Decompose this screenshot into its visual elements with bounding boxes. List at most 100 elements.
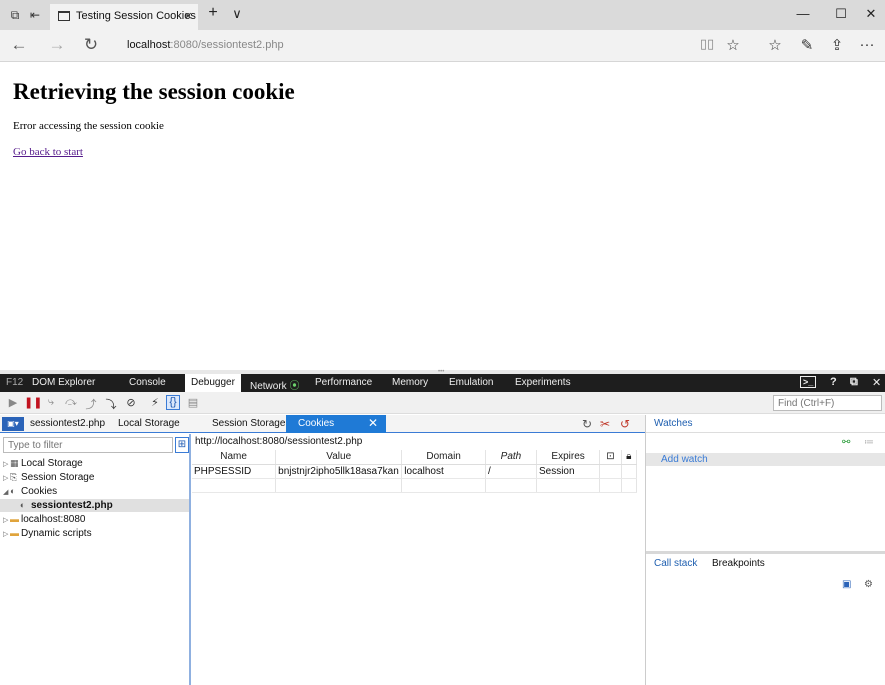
forward-button[interactable]: → [46, 35, 68, 55]
tree-item-session-storage[interactable]: ▷ ⎘ Session Storage [3, 471, 94, 484]
url-field[interactable]: localhost:8080/sessiontest2.php [127, 39, 284, 51]
minimize-button[interactable]: — [792, 6, 814, 21]
watches-header: Watches [646, 415, 885, 433]
cookie-secure-cell[interactable] [621, 464, 638, 479]
tab-dom-explorer[interactable]: DOM Explorer [32, 377, 95, 388]
column-header-http-only[interactable]: ⊡ [599, 450, 622, 465]
tab-call-stack[interactable]: Call stack [654, 558, 697, 569]
tab-emulation[interactable]: Emulation [449, 377, 493, 388]
tab-debugger[interactable]: Debugger [185, 374, 241, 392]
expand-arrow-icon[interactable]: ▷ [3, 458, 10, 471]
clear-cookies-icon[interactable]: ✂ [600, 417, 610, 431]
pretty-print-icon[interactable]: {} [166, 395, 180, 410]
expand-arrow-icon[interactable]: ▷ [3, 514, 10, 527]
cookie-name-cell[interactable]: PHPSESSID [192, 464, 277, 479]
table-header-row: Name Value Domain Path Expires ⊡ 🔒︎ [192, 450, 638, 465]
find-input[interactable] [773, 395, 882, 411]
folder-icon: ▬ [10, 528, 19, 538]
undock-icon[interactable]: ⧉ [850, 376, 858, 389]
refresh-icon[interactable]: ↻ [582, 417, 592, 431]
table-row[interactable]: PHPSESSID bnjstnjr2ipho5llk18asa7kan loc… [192, 464, 638, 479]
break-icon[interactable]: ❚❚ [24, 396, 42, 409]
collapse-arrow-icon[interactable]: ◢ [3, 486, 10, 499]
cookie-domain-cell[interactable]: localhost [401, 464, 486, 479]
close-window-button[interactable]: ✕ [860, 6, 882, 22]
column-header-path[interactable]: Path [485, 450, 537, 465]
maximize-button[interactable]: ☐ [830, 6, 852, 22]
tab-network[interactable]: Network ⦿ [250, 377, 299, 392]
help-button[interactable]: ? [830, 376, 837, 388]
new-tab-button[interactable]: + [202, 4, 224, 22]
browser-tab[interactable]: Testing Session Cookies × [50, 4, 198, 30]
more-button[interactable]: ··· [856, 36, 878, 53]
column-header-name[interactable]: Name [192, 450, 277, 465]
clear-all-icon[interactable]: ↺ [620, 417, 630, 431]
web-note-icon[interactable]: ✎ [796, 36, 818, 54]
column-header-value[interactable]: Value [275, 450, 403, 465]
tab-console[interactable]: Console [129, 377, 166, 388]
close-devtools-icon[interactable]: ✕ [872, 376, 881, 389]
tab-memory[interactable]: Memory [392, 377, 428, 388]
add-watch-icon[interactable]: ⚯ [842, 437, 850, 448]
exception-behavior-icon[interactable]: ⊘ [124, 396, 138, 409]
tree-item-dynamic-scripts[interactable]: ▷ ▬ Dynamic scripts [3, 527, 92, 540]
reading-view-icon[interactable]: ▯▯ [696, 36, 718, 52]
step-out-icon[interactable]: ⤴ [84, 396, 98, 412]
doc-tab-session-storage[interactable]: Session Storage [212, 418, 285, 429]
tab-actions-icon[interactable]: ⧉ [8, 8, 22, 22]
tab-close-icon[interactable]: × [184, 8, 192, 23]
storage-icon: ▦ [10, 458, 19, 468]
tab-performance[interactable]: Performance [315, 377, 372, 388]
lock-icon: 🔒︎ [626, 451, 632, 463]
cookie-httponly-cell[interactable] [599, 464, 622, 479]
refresh-button[interactable]: ↻ [80, 35, 102, 55]
step-over-icon[interactable]: ⤼ [64, 396, 78, 409]
doc-tab-sessiontest2[interactable]: sessiontest2.php [30, 418, 105, 429]
doc-tab-local-storage[interactable]: Local Storage [118, 418, 180, 429]
tree-item-localhost[interactable]: ▷ ▬ localhost:8080 [3, 513, 86, 526]
step-into-icon[interactable]: ⤷ [44, 396, 58, 409]
continue-icon[interactable]: ▶ [6, 396, 20, 409]
empty-cell [621, 478, 638, 493]
tree-item-cookie-page[interactable]: ◐ sessiontest2.php [0, 499, 189, 512]
tree-item-cookies[interactable]: ◢ ◐ Cookies [3, 485, 57, 498]
back-button[interactable]: ← [8, 35, 30, 55]
close-doc-tab-icon[interactable]: ✕ [368, 416, 378, 430]
collapse-all-icon[interactable]: ≔ [864, 437, 874, 448]
tree-label: localhost:8080 [21, 514, 86, 525]
tab-preview-chevron-icon[interactable]: ∨ [226, 6, 248, 22]
column-header-secure[interactable]: 🔒︎ [621, 450, 638, 465]
tab-experiments[interactable]: Experiments [515, 377, 571, 388]
go-back-link[interactable]: Go back to start [13, 146, 83, 158]
expand-arrow-icon[interactable]: ▷ [3, 472, 10, 485]
column-header-domain[interactable]: Domain [401, 450, 486, 465]
word-wrap-icon[interactable]: ▤ [186, 396, 200, 409]
favorites-hub-icon[interactable]: ☆ [764, 36, 786, 54]
column-header-expires[interactable]: Expires [536, 450, 601, 465]
share-icon[interactable]: ⇪ [826, 36, 848, 54]
break-on-new-worker-icon[interactable]: ⤵ [104, 396, 118, 412]
tree-item-local-storage[interactable]: ▷ ▦ Local Storage [3, 457, 83, 470]
tab-breakpoints[interactable]: Breakpoints [712, 558, 765, 569]
doc-tab-cookies[interactable]: Cookies ✕ [286, 415, 386, 433]
pane-splitter[interactable] [646, 551, 885, 554]
cookie-path-cell[interactable]: / [485, 464, 537, 479]
show-library-frames-icon[interactable]: ▣ [842, 579, 851, 590]
empty-cell [275, 478, 403, 493]
watches-title: Watches [654, 418, 693, 429]
add-watch-row[interactable]: Add watch [646, 453, 885, 466]
filter-input[interactable] [3, 437, 173, 453]
table-row-empty[interactable] [192, 478, 638, 493]
expand-arrow-icon[interactable]: ▷ [3, 528, 10, 541]
cookie-source-url: http://localhost:8080/sessiontest2.php [195, 436, 363, 447]
set-aside-tabs-icon[interactable]: ⇤ [28, 8, 42, 22]
error-message: Error accessing the session cookie [13, 120, 164, 132]
show-async-icon[interactable]: ⚙ [864, 579, 873, 590]
favorite-star-icon[interactable]: ☆ [722, 36, 744, 54]
cookie-expires-cell[interactable]: Session [536, 464, 601, 479]
disconnect-icon[interactable]: ⚡ [148, 396, 162, 409]
console-toggle-icon[interactable]: >_ [800, 376, 817, 388]
cookie-value-cell[interactable]: bnjstnjr2ipho5llk18asa7kan [275, 464, 403, 479]
show-files-button[interactable]: ▣▾ [2, 417, 24, 431]
pin-icon[interactable]: ⊞ [175, 437, 189, 453]
